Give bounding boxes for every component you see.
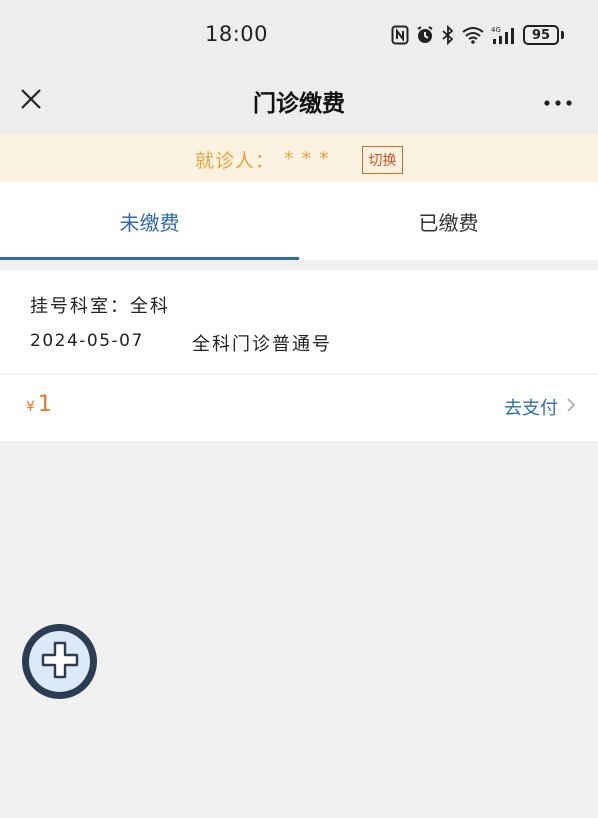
- tab-bar: 未缴费 已缴费: [0, 182, 598, 260]
- nav-bar: 门诊缴费: [0, 70, 598, 134]
- chevron-right-icon: [566, 397, 576, 417]
- bill-card[interactable]: 挂号科室：全科 2024-05-07 全科门诊普通号 ¥ 1 去支付: [0, 270, 598, 441]
- amount-value: 1: [37, 392, 52, 417]
- pay-label: 去支付: [504, 398, 558, 419]
- status-time: 18:00: [205, 22, 269, 46]
- patient-label: 就诊人：: [195, 150, 276, 172]
- plus-icon: [40, 640, 80, 684]
- more-icon: [543, 92, 573, 111]
- wifi-icon: [461, 25, 485, 45]
- registration-type: 全科门诊普通号: [192, 334, 332, 355]
- department-line: 挂号科室：全科: [30, 296, 170, 317]
- svg-text:4G: 4G: [491, 26, 501, 34]
- tab-unpaid[interactable]: 未缴费: [0, 182, 299, 260]
- more-button[interactable]: [540, 84, 576, 118]
- switch-patient-button[interactable]: 切换: [362, 146, 403, 174]
- battery-icon: 95: [523, 25, 564, 45]
- page-title: 门诊缴费: [253, 91, 345, 117]
- pay-button[interactable]: 去支付: [504, 394, 576, 420]
- add-button[interactable]: [22, 624, 97, 699]
- add-button-face: [29, 631, 90, 692]
- patient-banner: 就诊人： ***: [0, 134, 598, 182]
- status-icons: 4G 95: [391, 22, 564, 48]
- patient-name: ***: [284, 148, 337, 170]
- amount: ¥ 1: [26, 392, 52, 417]
- signal-icon: 4G: [491, 25, 517, 45]
- battery-level: 95: [523, 25, 559, 45]
- alarm-icon: [415, 25, 435, 45]
- bluetooth-icon: [441, 25, 455, 45]
- divider: [0, 373, 598, 374]
- currency-symbol: ¥: [26, 399, 35, 415]
- status-bar: 18:00 4G 95: [0, 0, 598, 70]
- nfc-icon: [391, 25, 409, 45]
- visit-date: 2024-05-07: [30, 331, 144, 351]
- tab-paid[interactable]: 已缴费: [299, 182, 598, 260]
